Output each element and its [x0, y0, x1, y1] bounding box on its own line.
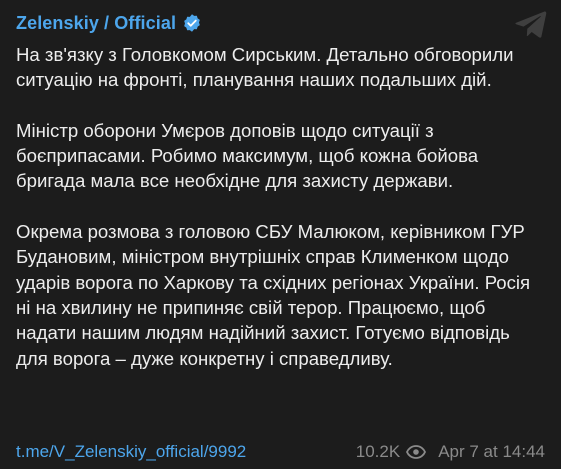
eye-icon — [406, 445, 427, 459]
message-paragraph: Окрема розмова з головою СБУ Малюком, ке… — [16, 221, 531, 369]
channel-name[interactable]: Zelenskiy / Official — [16, 13, 176, 34]
post-meta: 10.2K Apr 7 at 14:44 — [356, 442, 545, 462]
verified-badge-icon — [184, 14, 200, 32]
post-header: Zelenskiy / Official — [16, 12, 545, 34]
view-count: 10.2K — [355, 442, 401, 461]
message-text: На зв'язку з Головкомом Сирським. Деталь… — [16, 42, 536, 371]
telegram-logo-icon — [515, 11, 547, 38]
timestamp: Apr 7 at 14:44 — [438, 442, 545, 461]
message-paragraph: На зв'язку з Головкомом Сирським. Деталь… — [16, 44, 514, 91]
message-paragraph: Міністр оборони Умєров доповів щодо ситу… — [16, 119, 479, 192]
telegram-post: Zelenskiy / Official На зв'язку з Головк… — [0, 0, 561, 469]
post-footer: t.me/V_Zelenskiy_official/9992 10.2K Apr… — [16, 441, 545, 463]
post-link[interactable]: t.me/V_Zelenskiy_official/9992 — [16, 442, 246, 462]
